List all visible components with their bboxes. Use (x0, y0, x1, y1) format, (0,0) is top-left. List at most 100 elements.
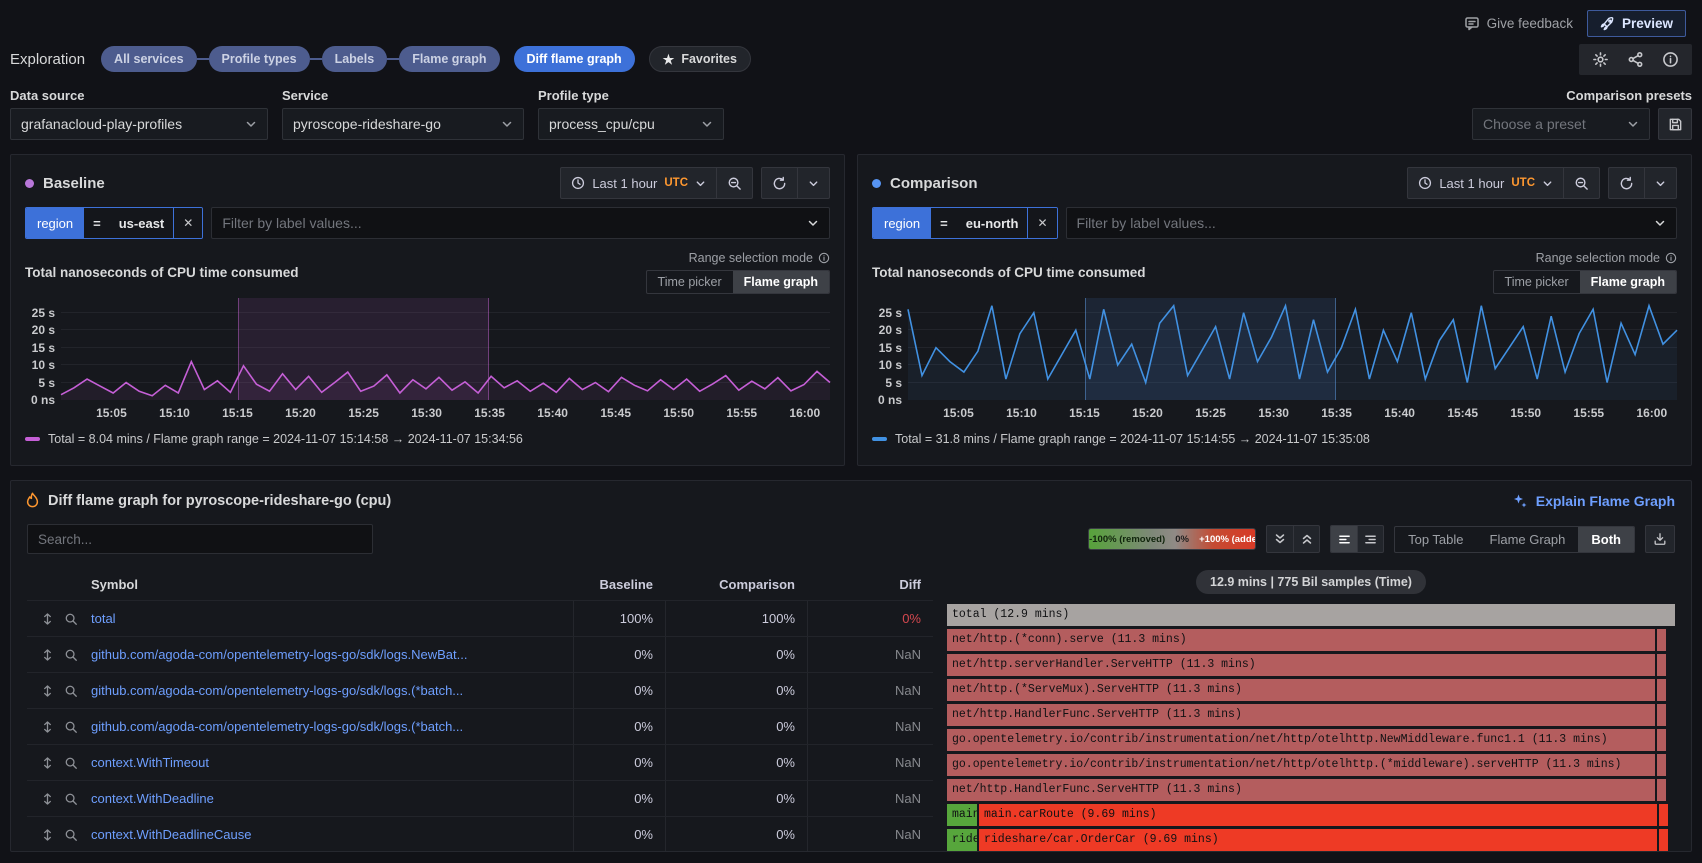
flame-frame[interactable]: main.carRoute (9.69 mins) (979, 804, 1657, 826)
preview-button[interactable]: Preview (1587, 10, 1686, 37)
col-comparison[interactable]: Comparison (665, 568, 807, 600)
baseline-time-picker[interactable]: Last 1 hour UTC (561, 168, 716, 198)
info-icon[interactable] (1662, 51, 1679, 68)
range-mode-flame-graph[interactable]: Flame graph (1580, 271, 1676, 293)
datasource-select[interactable]: grafanacloud-play-profiles (10, 108, 268, 140)
filter-operator[interactable]: = (84, 208, 110, 238)
flame-frame[interactable] (1657, 704, 1666, 726)
search-symbol-icon[interactable] (64, 612, 78, 626)
favorites-button[interactable]: ★ Favorites (649, 46, 751, 72)
remove-filter-button[interactable]: ✕ (1027, 208, 1056, 238)
info-icon[interactable] (818, 252, 830, 264)
flame-frame[interactable] (1659, 829, 1668, 851)
baseline-zoom-out-button[interactable] (716, 168, 752, 198)
flame-frame[interactable] (1657, 629, 1666, 651)
symbol-link[interactable]: context.WithDeadlineCause (91, 827, 573, 842)
give-feedback-button[interactable]: Give feedback (1464, 15, 1573, 31)
view-flame-graph-button[interactable]: Flame Graph (1477, 527, 1579, 552)
comparison-time-picker[interactable]: Last 1 hour UTC (1408, 168, 1563, 198)
flame-frame[interactable] (1657, 654, 1666, 676)
expand-symbol-icon[interactable] (41, 612, 54, 626)
comparison-chart[interactable]: 25 s20 s15 s10 s5 s0 ns (858, 294, 1691, 400)
flame-frame[interactable] (1657, 729, 1666, 751)
profile-type-select[interactable]: process_cpu/cpu (538, 108, 724, 140)
flame-frame[interactable]: net/http.HandlerFunc.ServeHTTP (11.3 min… (947, 704, 1655, 726)
tab-labels[interactable]: Labels (322, 46, 388, 72)
filter-value[interactable]: us-east (110, 208, 174, 238)
comparison-filter-input[interactable]: Filter by label values... (1066, 207, 1677, 239)
tab-diff-flame-graph[interactable]: Diff flame graph (514, 46, 635, 72)
tab-all-services[interactable]: All services (101, 46, 197, 72)
filter-value[interactable]: eu-north (957, 208, 1028, 238)
expand-symbol-icon[interactable] (41, 828, 54, 842)
baseline-filter-input[interactable]: Filter by label values... (211, 207, 830, 239)
flame-frame[interactable]: net/http.HandlerFunc.ServeHTTP (11.3 min… (947, 779, 1655, 801)
flame-frame[interactable]: go.opentelemetry.io/contrib/instrumentat… (947, 754, 1655, 776)
expand-symbol-icon[interactable] (41, 648, 54, 662)
x-axis-tick: 15:05 (96, 406, 127, 420)
flame-frame[interactable] (1657, 754, 1666, 776)
comparison-refresh-options[interactable] (1644, 168, 1676, 198)
x-axis-tick: 15:20 (1132, 406, 1163, 420)
tab-flame-graph[interactable]: Flame graph (399, 46, 499, 72)
expand-all-button[interactable] (1293, 526, 1319, 552)
info-icon[interactable] (1665, 252, 1677, 264)
flame-frame[interactable] (1659, 804, 1668, 826)
col-diff[interactable]: Diff (807, 568, 933, 600)
expand-symbol-icon[interactable] (41, 792, 54, 806)
flame-frame[interactable] (1657, 779, 1666, 801)
search-symbol-icon[interactable] (64, 792, 78, 806)
search-symbol-icon[interactable] (64, 648, 78, 662)
comparison-refresh-button[interactable] (1609, 168, 1644, 198)
expand-symbol-icon[interactable] (41, 756, 54, 770)
symbol-link[interactable]: github.com/agoda-com/opentelemetry-logs-… (91, 719, 573, 734)
symbol-link[interactable]: github.com/agoda-com/opentelemetry-logs-… (91, 647, 573, 662)
share-icon[interactable] (1627, 51, 1644, 68)
symbol-link[interactable]: context.WithTimeout (91, 755, 573, 770)
flame-frame[interactable] (1657, 679, 1666, 701)
filter-operator[interactable]: = (931, 208, 957, 238)
flame-frame[interactable]: net/http.(*conn).serve (11.3 mins) (947, 629, 1655, 651)
symbol-link[interactable]: total (91, 611, 573, 626)
baseline-refresh-button[interactable] (762, 168, 797, 198)
expand-symbol-icon[interactable] (41, 720, 54, 734)
remove-filter-button[interactable]: ✕ (173, 208, 202, 238)
gear-icon[interactable] (1592, 51, 1609, 68)
service-select[interactable]: pyroscope-rideshare-go (282, 108, 524, 140)
download-button[interactable] (1645, 525, 1675, 553)
baseline-chart[interactable]: 25 s20 s15 s10 s5 s0 ns (11, 294, 844, 400)
filter-key[interactable]: region (873, 208, 931, 238)
save-preset-button[interactable] (1658, 108, 1692, 140)
baseline-refresh-options[interactable] (797, 168, 829, 198)
range-mode-time-picker[interactable]: Time picker (1494, 271, 1580, 293)
search-symbol-icon[interactable] (64, 720, 78, 734)
explain-flame-graph-link[interactable]: Explain Flame Graph (1512, 493, 1675, 509)
expand-symbol-icon[interactable] (41, 684, 54, 698)
view-top-table-button[interactable]: Top Table (1395, 527, 1476, 552)
flame-frame[interactable]: total (12.9 mins) (947, 604, 1675, 626)
align-left-button[interactable] (1331, 526, 1357, 552)
search-symbol-icon[interactable] (64, 684, 78, 698)
col-baseline[interactable]: Baseline (573, 568, 665, 600)
flame-frame[interactable]: rideshare/car.OrderCar (9.69 mins) (979, 829, 1657, 851)
filter-key[interactable]: region (26, 208, 84, 238)
symbol-search-input[interactable] (27, 524, 373, 554)
flame-frame[interactable]: main. (947, 804, 977, 826)
tab-profile-types[interactable]: Profile types (209, 46, 310, 72)
flame-frame[interactable]: net/http.(*ServeMux).ServeHTTP (11.3 min… (947, 679, 1655, 701)
flame-frame[interactable]: rides (947, 829, 977, 851)
symbol-link[interactable]: github.com/agoda-com/opentelemetry-logs-… (91, 683, 573, 698)
collapse-all-button[interactable] (1267, 526, 1293, 552)
search-symbol-icon[interactable] (64, 756, 78, 770)
range-mode-flame-graph[interactable]: Flame graph (733, 271, 829, 293)
col-symbol[interactable]: Symbol (91, 577, 573, 592)
range-mode-time-picker[interactable]: Time picker (647, 271, 733, 293)
comparison-zoom-out-button[interactable] (1563, 168, 1599, 198)
search-symbol-icon[interactable] (64, 828, 78, 842)
flame-frame[interactable]: net/http.serverHandler.ServeHTTP (11.3 m… (947, 654, 1655, 676)
preset-select[interactable]: Choose a preset (1472, 108, 1650, 140)
flame-frame[interactable]: go.opentelemetry.io/contrib/instrumentat… (947, 729, 1655, 751)
align-right-button[interactable] (1357, 526, 1383, 552)
view-both-button[interactable]: Both (1578, 527, 1634, 552)
symbol-link[interactable]: context.WithDeadline (91, 791, 573, 806)
